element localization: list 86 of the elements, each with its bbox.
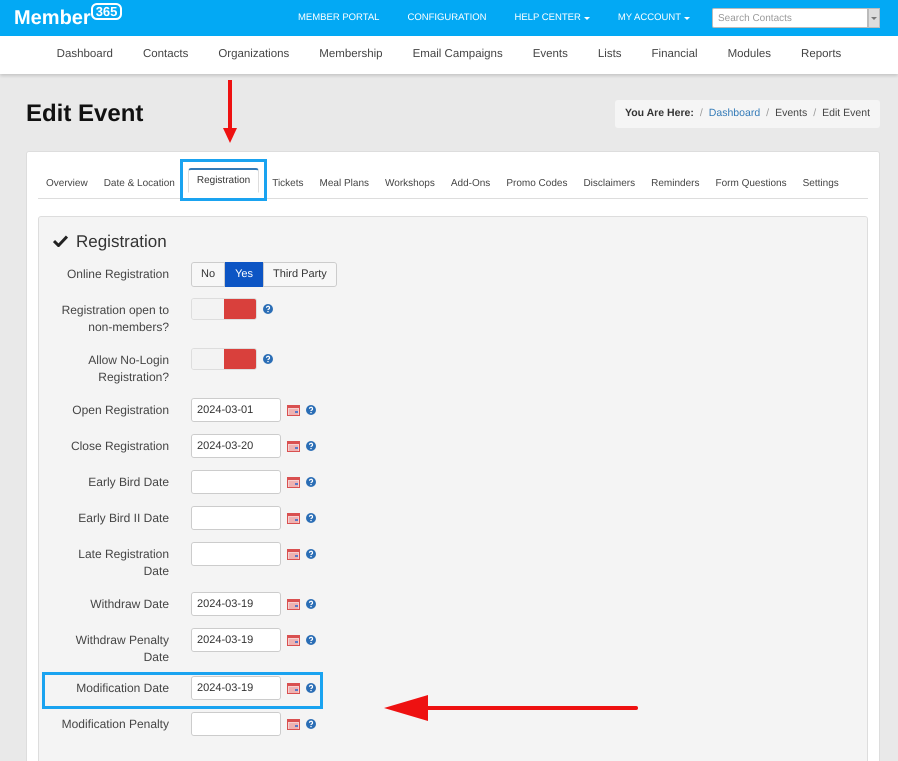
- date-input[interactable]: 2024-03-19: [191, 628, 281, 652]
- help-icon[interactable]: [306, 405, 316, 415]
- caret-icon: [871, 16, 877, 20]
- breadcrumb-separator: /: [813, 106, 816, 122]
- nav-link[interactable]: Contacts: [142, 46, 188, 64]
- help-icon[interactable]: [263, 354, 273, 364]
- nav-link[interactable]: Dashboard: [56, 46, 113, 64]
- field-label: Close Registration: [70, 438, 169, 455]
- breadcrumb-separator: /: [766, 106, 770, 122]
- date-input[interactable]: [191, 506, 281, 530]
- nav-link[interactable]: Organizations: [218, 46, 290, 64]
- help-icon[interactable]: [306, 683, 316, 693]
- nav-link[interactable]: Modules: [728, 46, 772, 64]
- field-label: Modification Date: [75, 680, 169, 697]
- calendar-icon[interactable]: [287, 476, 300, 488]
- tab[interactable]: Registration: [188, 168, 260, 192]
- tab[interactable]: Overview: [38, 170, 96, 196]
- nav-link[interactable]: Reports: [801, 46, 842, 64]
- help-icon[interactable]: [306, 719, 316, 729]
- nav-link[interactable]: Events: [532, 46, 568, 64]
- calendar-icon[interactable]: [287, 440, 300, 452]
- date-input[interactable]: 2024-03-20: [191, 434, 281, 458]
- tab[interactable]: Workshops: [377, 170, 443, 196]
- date-input[interactable]: 2024-03-19: [191, 592, 281, 616]
- section-title: Registration: [76, 230, 167, 252]
- toggle-switch[interactable]: [191, 298, 257, 320]
- calendar-icon[interactable]: [287, 718, 300, 730]
- breadcrumb-item: Events: [775, 106, 808, 122]
- calendar-icon[interactable]: [287, 682, 300, 694]
- caret-icon: [684, 16, 690, 20]
- date-input[interactable]: [191, 542, 281, 566]
- calendar-icon[interactable]: [287, 404, 300, 416]
- tab[interactable]: Tickets: [264, 170, 312, 196]
- date-input[interactable]: 2024-03-01: [191, 398, 281, 422]
- toggle-switch[interactable]: [191, 348, 257, 370]
- date-input[interactable]: [191, 470, 281, 494]
- field-label: Online Registration: [66, 266, 169, 283]
- dropdown-button[interactable]: [868, 8, 880, 28]
- breadcrumb-label: You Are Here:: [625, 106, 694, 122]
- field-label: Allow No-Login Registration?: [87, 352, 169, 386]
- calendar-icon[interactable]: [287, 598, 300, 610]
- tab[interactable]: Add-Ons: [442, 170, 498, 196]
- help-icon[interactable]: [306, 635, 316, 645]
- help-icon[interactable]: [306, 599, 316, 609]
- tab[interactable]: Promo Codes: [498, 170, 576, 196]
- field-label: Open Registration: [71, 402, 169, 419]
- help-icon[interactable]: [306, 477, 316, 487]
- breadcrumb-link[interactable]: Dashboard: [708, 106, 760, 122]
- page-title: Edit Event: [26, 99, 144, 129]
- option-button[interactable]: Third Party: [263, 262, 337, 287]
- tab[interactable]: Reminders: [643, 170, 708, 196]
- breadcrumb-separator: /: [700, 106, 703, 122]
- down-arrow: [223, 80, 237, 144]
- search-field[interactable]: Search Contacts: [712, 8, 868, 28]
- breadcrumb-item: Edit Event: [822, 106, 870, 122]
- tab[interactable]: Meal Plans: [312, 170, 377, 196]
- help-icon[interactable]: [263, 304, 273, 314]
- nav-link[interactable]: Financial: [652, 46, 698, 64]
- field-label: Registration open to non-members?: [60, 302, 169, 336]
- logo-text: Member: [14, 8, 91, 28]
- date-input[interactable]: [191, 712, 281, 736]
- tab[interactable]: Date & Location: [96, 170, 183, 196]
- option-button[interactable]: No: [191, 262, 226, 287]
- nav-link[interactable]: Email Campaigns: [412, 46, 503, 64]
- date-input[interactable]: 2024-03-19: [191, 676, 281, 700]
- help-icon[interactable]: [306, 441, 316, 451]
- tab[interactable]: Settings: [794, 170, 847, 196]
- option-button[interactable]: Yes: [225, 262, 264, 287]
- field-label: Withdraw Date: [89, 596, 169, 613]
- nav-link[interactable]: Lists: [598, 46, 622, 64]
- help-icon[interactable]: [306, 549, 316, 559]
- help-icon[interactable]: [306, 513, 316, 523]
- calendar-icon[interactable]: [287, 548, 300, 560]
- logo-badge: 365: [90, 3, 122, 20]
- nav-link[interactable]: Membership: [319, 46, 383, 64]
- tab[interactable]: Disclaimers: [575, 170, 644, 196]
- checkmark-icon: [53, 235, 68, 248]
- calendar-icon[interactable]: [287, 634, 300, 646]
- caret-icon: [584, 16, 590, 20]
- tab[interactable]: Form Questions: [707, 170, 795, 196]
- field-label: Early Bird II Date: [77, 510, 169, 527]
- calendar-icon[interactable]: [287, 512, 300, 524]
- field-label: Early Bird Date: [87, 474, 169, 491]
- field-label: Modification Penalty: [60, 716, 169, 733]
- field-label: Withdraw Penalty Date: [74, 632, 169, 666]
- field-label: Late Registration Date: [77, 546, 169, 580]
